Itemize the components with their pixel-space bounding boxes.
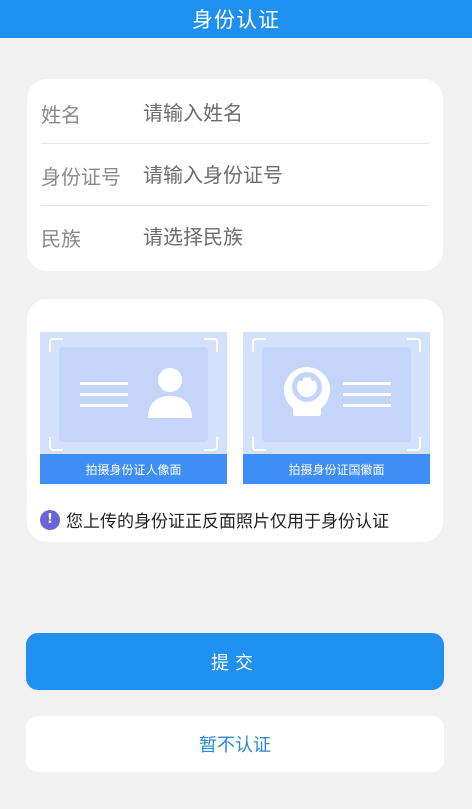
info-form-card: 姓名 身份证号 民族 <box>27 79 443 271</box>
portrait-card-icon <box>80 368 192 418</box>
id-number-row: 身份证号 <box>27 144 443 206</box>
privacy-tip: ! 您上传的身份证正反面照片仅用于身份认证 <box>40 507 389 532</box>
name-row: 姓名 <box>27 82 443 144</box>
id-back-label: 拍摄身份证国徽面 <box>243 454 430 484</box>
id-front-upload[interactable]: 拍摄身份证人像面 <box>40 332 227 484</box>
id-number-label: 身份证号 <box>41 164 121 189</box>
name-input[interactable] <box>143 101 423 125</box>
top-header: 身份认证 <box>0 0 472 38</box>
submit-button[interactable]: 提交 <box>26 633 444 690</box>
national-emblem-icon <box>284 367 391 416</box>
ethnicity-row[interactable]: 民族 <box>27 206 443 268</box>
id-front-label: 拍摄身份证人像面 <box>40 454 227 484</box>
id-upload-card: 拍摄身份证人像面 拍摄身份证国徽面 ! 您上传的身份证正反面照片仅用于身份认证 <box>27 299 443 542</box>
ethnicity-label: 民族 <box>41 226 81 251</box>
name-label: 姓名 <box>41 102 81 127</box>
id-number-input[interactable] <box>143 163 423 187</box>
info-icon: ! <box>40 509 60 530</box>
skip-verification-button[interactable]: 暂不认证 <box>26 716 444 772</box>
page-title: 身份认证 <box>192 8 280 32</box>
id-back-upload[interactable]: 拍摄身份证国徽面 <box>243 332 430 484</box>
ethnicity-select[interactable] <box>143 225 423 249</box>
privacy-tip-text: 您上传的身份证正反面照片仅用于身份认证 <box>66 512 389 532</box>
